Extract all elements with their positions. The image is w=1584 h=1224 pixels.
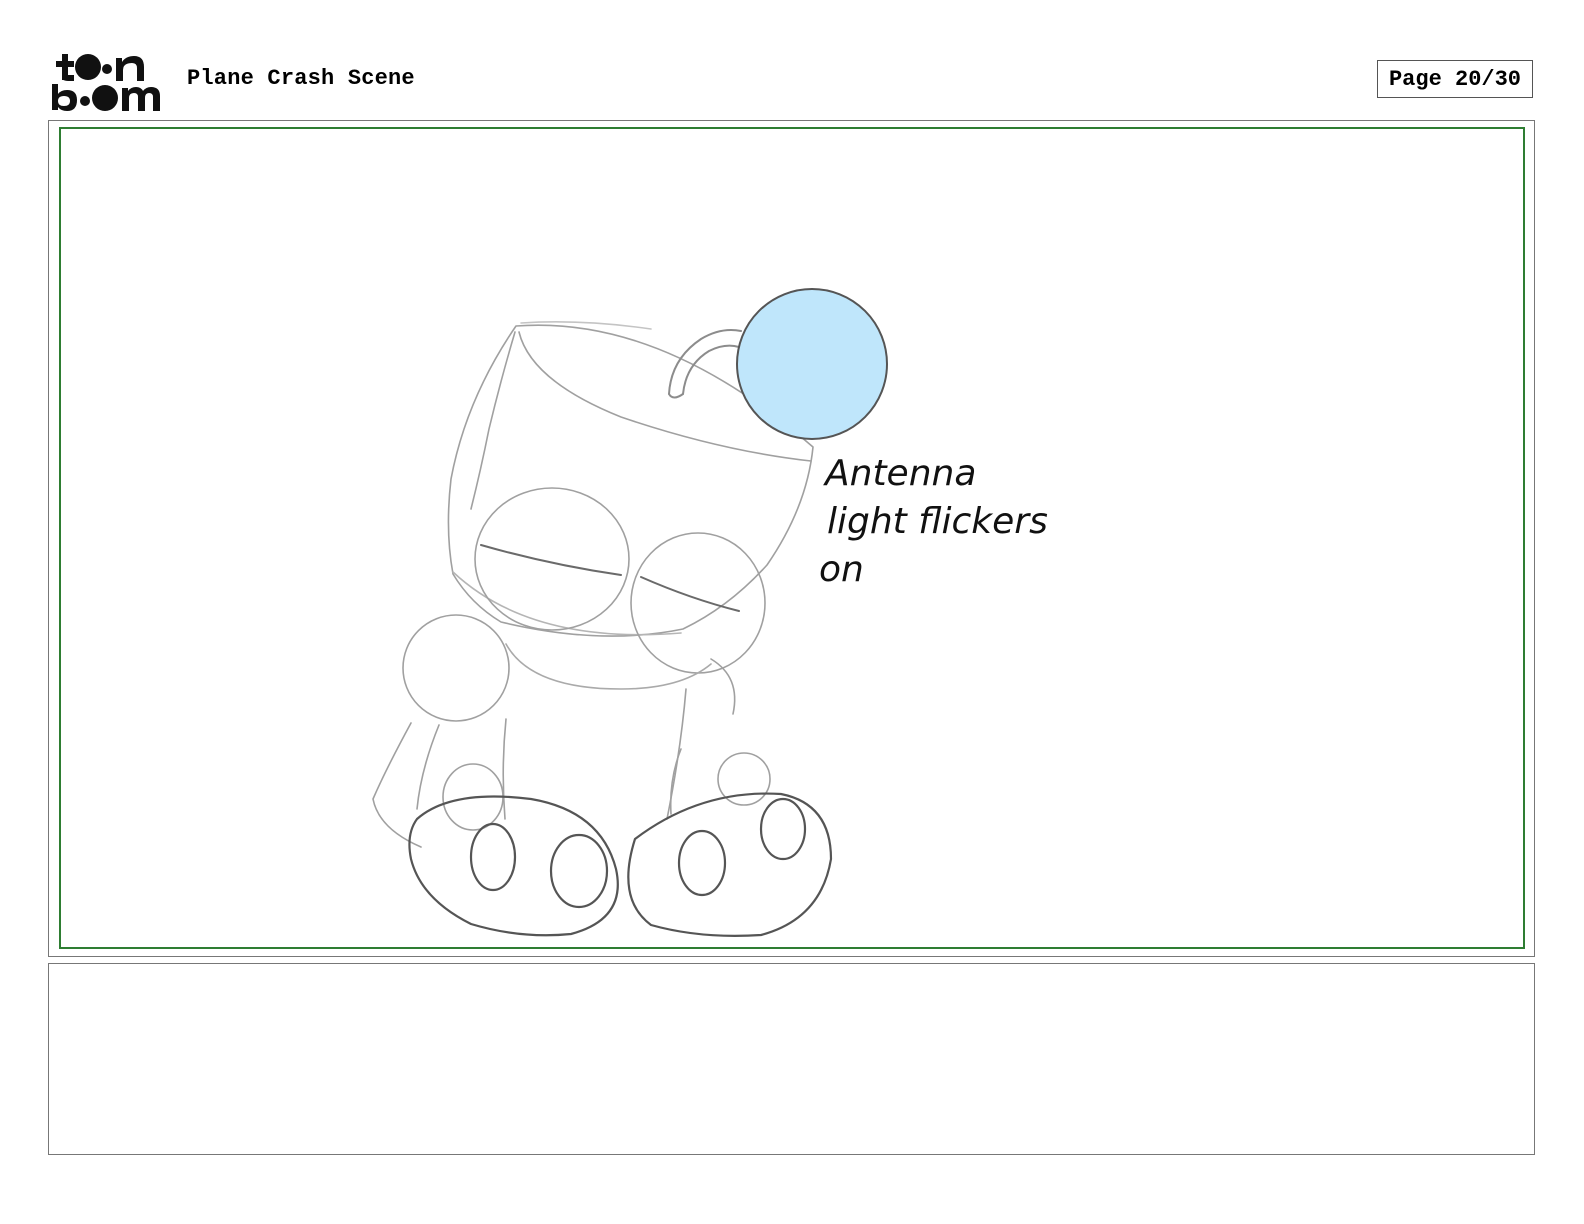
storyboard-panel-frame: Antenna light flickers on	[59, 127, 1525, 949]
toon-boom-logo	[50, 50, 165, 112]
svg-text:Antenna light flickers: Antenna light flickers on	[819, 453, 1059, 590]
annotation-line-3: on	[819, 549, 864, 590]
scene-title: Plane Crash Scene	[187, 66, 415, 91]
annotation-line-1: Antenna	[823, 453, 976, 494]
page-indicator: Page 20/30	[1377, 60, 1533, 98]
robot-sketch: Antenna light flickers on	[372, 288, 1059, 937]
annotation-line-2: light flickers	[827, 501, 1048, 542]
antenna-light	[736, 288, 888, 440]
panel-notes-box[interactable]	[48, 963, 1535, 1155]
